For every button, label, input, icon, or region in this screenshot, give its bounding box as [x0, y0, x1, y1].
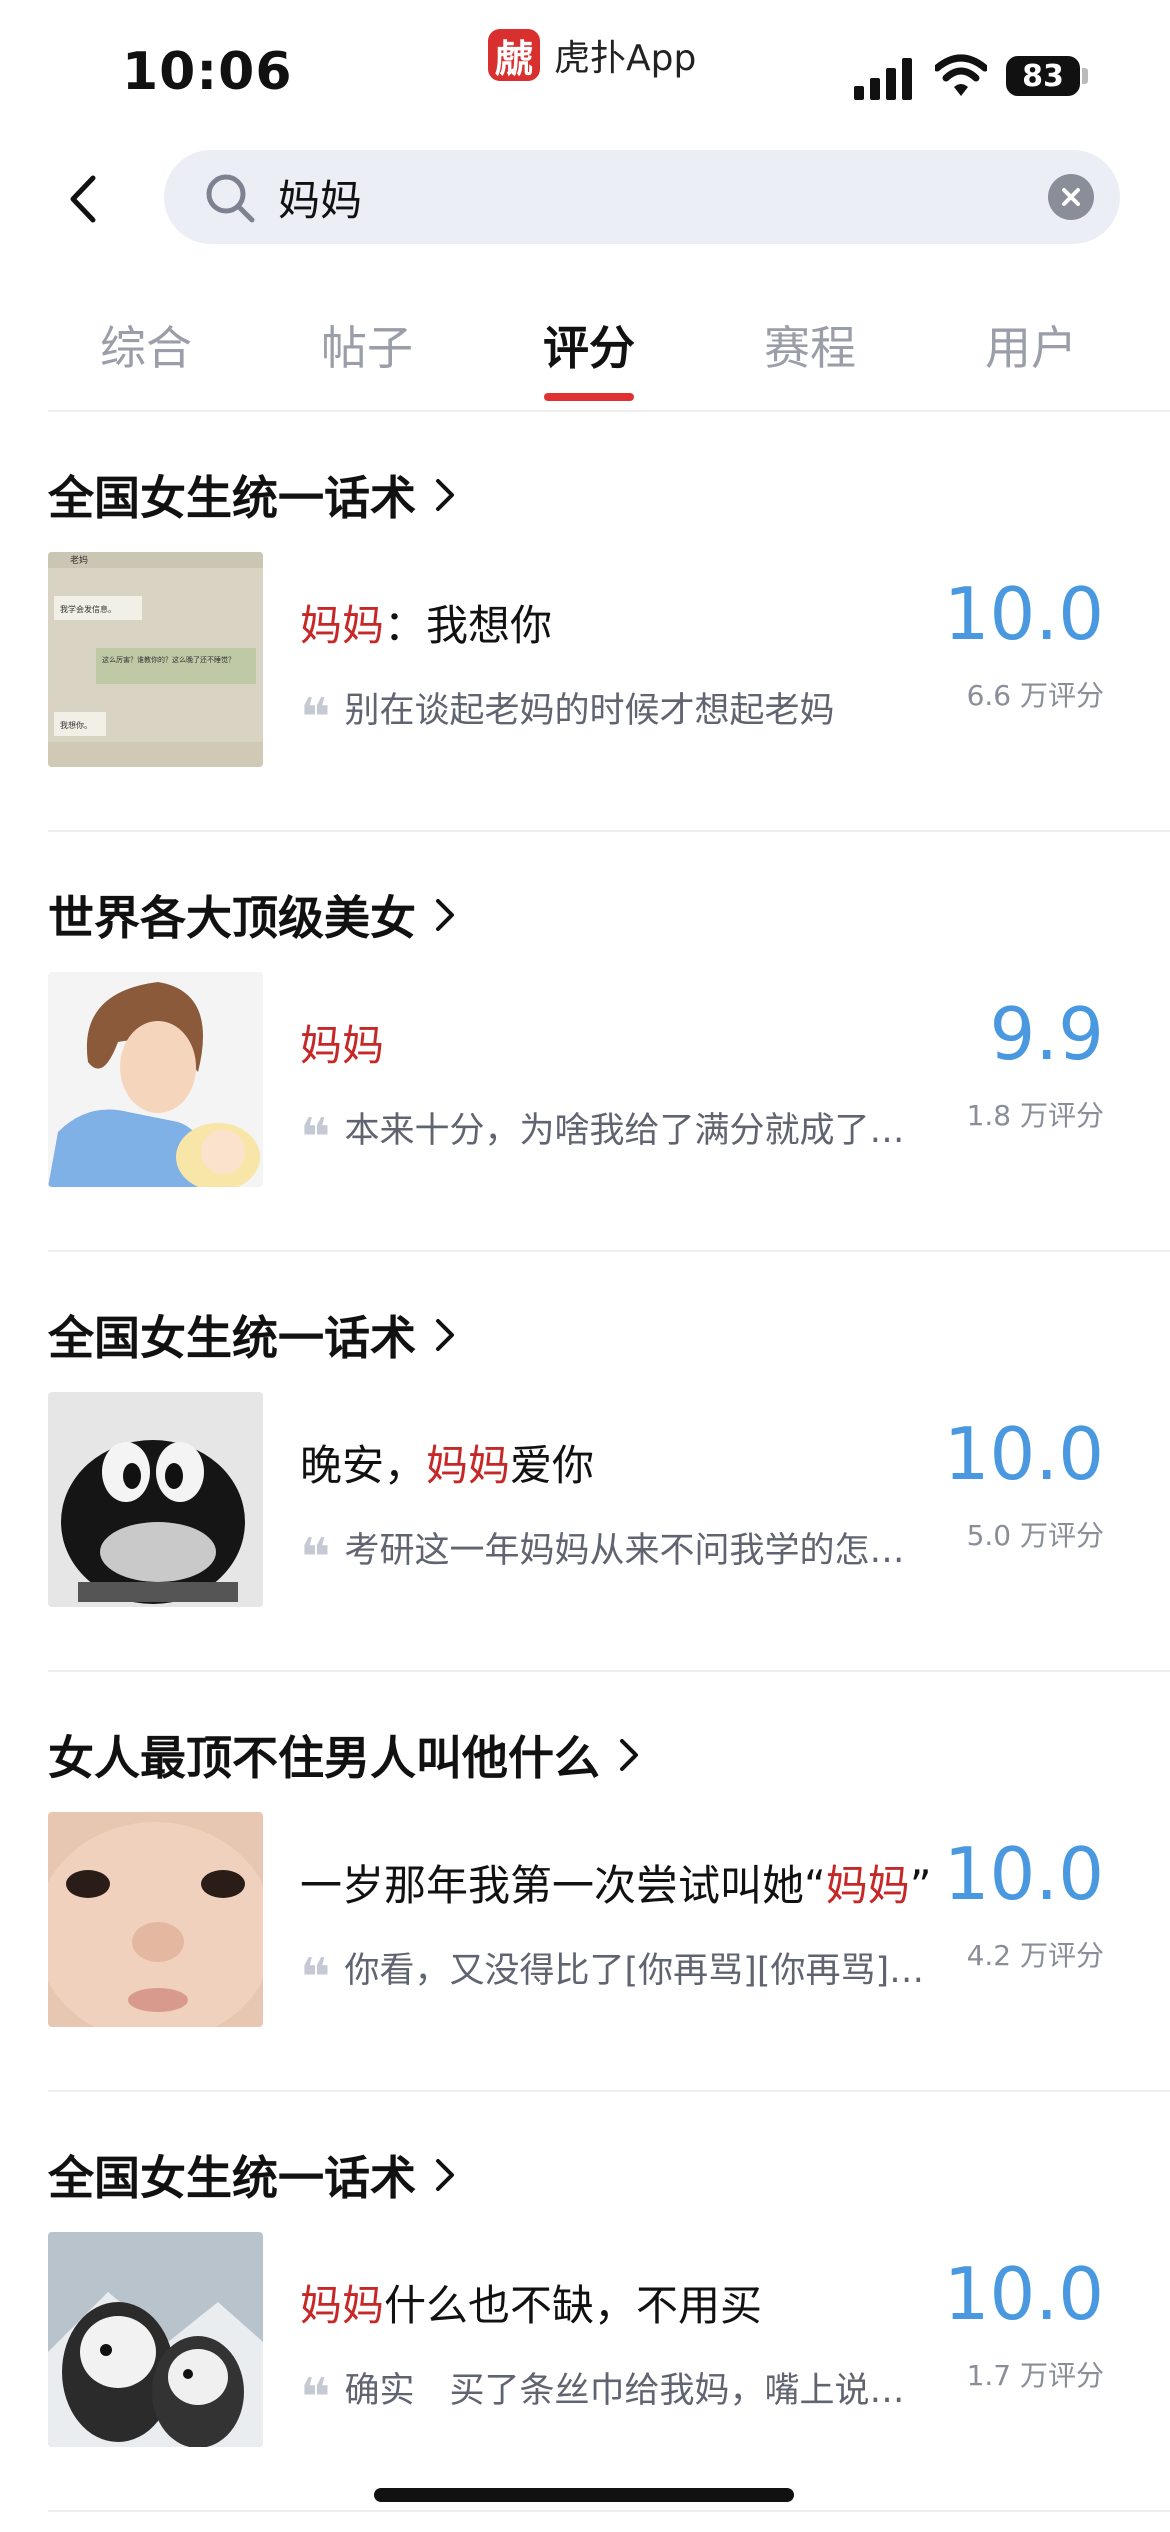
- rated-item-name: 妈妈: [300, 1012, 384, 1073]
- clear-search-button[interactable]: [1048, 174, 1094, 220]
- top-comment: ❝ 考研这一年妈妈从来不问我学的怎…: [300, 1527, 905, 1574]
- rating-count: 4.2 万评分: [966, 1939, 1104, 1972]
- rating-count: 5.0 万评分: [966, 1519, 1104, 1552]
- rated-item-name: 妈妈：我想你: [300, 601, 553, 650]
- status-time: 10:06: [122, 42, 293, 102]
- item-thumbnail: [48, 972, 263, 1187]
- rating-group-title[interactable]: 全国女生统一话术: [48, 1302, 458, 1368]
- rating-count: 1.8 万评分: [966, 1099, 1104, 1132]
- top-comment: ❝ 本来十分，为啥我给了满分就成了…: [300, 1107, 905, 1154]
- home-indicator[interactable]: [374, 2488, 794, 2502]
- top-comment: ❝ 你看，又没得比了[你再骂][你再骂]…: [300, 1947, 925, 1994]
- score-value: 10.0: [943, 572, 1104, 656]
- item-thumbnail: [48, 1812, 263, 2027]
- svg-text:老妈: 老妈: [70, 554, 88, 566]
- keyword-highlight: 妈妈: [300, 2281, 385, 2330]
- chevron-left-icon: [70, 175, 96, 223]
- quote-icon: ❝: [300, 1947, 331, 1994]
- rating-result-card[interactable]: 全国女生统一话术 晚安，妈妈爱你 ❝ 考研这一年妈妈从来不问我学的怎… 10.0 …: [48, 1252, 1170, 1672]
- wifi-icon: [935, 54, 987, 96]
- tab-schedule[interactable]: 赛程: [745, 312, 875, 378]
- search-bar[interactable]: [164, 150, 1120, 244]
- item-thumbnail: [48, 1392, 263, 1607]
- app-name: 虎扑App: [554, 38, 697, 79]
- chevron-right-icon: [436, 899, 454, 931]
- tab-ratings[interactable]: 评分: [524, 312, 654, 378]
- rated-item-name: 一岁那年我第一次尝试叫她“妈妈”: [300, 1861, 932, 1910]
- penguin-chicks-image: [48, 2232, 263, 2447]
- quote-icon: ❝: [300, 2367, 331, 2414]
- search-input[interactable]: [278, 164, 1038, 230]
- search-tabs: 综合 帖子 评分 赛程 用户: [0, 300, 1170, 410]
- svg-text:这么厉害？谁教你的？这么晚了还不睡觉？: 这么厉害？谁教你的？这么晚了还不睡觉？: [102, 655, 235, 664]
- chevron-right-icon: [436, 1319, 454, 1351]
- item-thumbnail: [48, 2232, 263, 2447]
- tab-posts[interactable]: 帖子: [302, 312, 432, 378]
- search-icon: [206, 174, 255, 223]
- score-value: 9.9: [989, 992, 1104, 1076]
- penguin-meme-image: [48, 1392, 263, 1607]
- chevron-right-icon: [620, 1739, 638, 1771]
- tab-users[interactable]: 用户: [966, 312, 1096, 378]
- chevron-right-icon: [436, 2159, 454, 2191]
- keyword-highlight: 妈妈: [825, 1861, 910, 1910]
- quote-icon: ❝: [300, 1527, 331, 1574]
- active-tab-indicator: [544, 393, 634, 401]
- svg-text:我想你。: 我想你。: [60, 720, 92, 730]
- mother-illustration-image: [48, 972, 263, 1187]
- close-icon: [1062, 188, 1080, 206]
- chevron-right-icon: [436, 479, 454, 511]
- rating-count: 6.6 万评分: [966, 679, 1104, 712]
- score-value: 10.0: [943, 1832, 1104, 1916]
- baby-face-image: [48, 1812, 263, 2027]
- cellular-signal-icon: [854, 58, 912, 100]
- chat-screenshot-image: 老妈 我学会发信息。 这么厉害？谁教你的？这么晚了还不睡觉？ 我想你。: [48, 552, 263, 767]
- battery-tip: [1082, 68, 1088, 84]
- keyword-highlight: 妈妈: [300, 1021, 385, 1070]
- tab-comprehensive[interactable]: 综合: [81, 312, 211, 378]
- keyword-highlight: 妈妈: [426, 1441, 511, 1490]
- quote-icon: ❝: [300, 1107, 331, 1154]
- rating-group-title[interactable]: 全国女生统一话术: [48, 462, 458, 528]
- rating-group-title[interactable]: 全国女生统一话术: [48, 2142, 458, 2208]
- rating-count: 1.7 万评分: [966, 2359, 1104, 2392]
- rating-result-card[interactable]: 女人最顶不住男人叫他什么 一岁那年我第一次尝试叫她“妈妈” ❝ 你看，又没得比了[…: [48, 1672, 1170, 2092]
- app-logo-icon: 虤: [488, 29, 540, 81]
- back-button[interactable]: [56, 166, 108, 232]
- rated-item-name: 晚安，妈妈爱你: [300, 1441, 595, 1490]
- score-value: 10.0: [943, 1412, 1104, 1496]
- rated-item-name: 妈妈什么也不缺，不用买: [300, 2281, 763, 2330]
- app-indicator[interactable]: 虤 虎扑App: [488, 28, 696, 82]
- card-divider: [48, 2510, 1170, 2512]
- item-thumbnail: 老妈 我学会发信息。 这么厉害？谁教你的？这么晚了还不睡觉？ 我想你。: [48, 552, 263, 767]
- rating-result-card[interactable]: 全国女生统一话术 老妈 我学会发信息。 这么厉害？谁教你的？这么晚了还不睡觉？ …: [48, 412, 1170, 832]
- rating-group-title[interactable]: 女人最顶不住男人叫他什么: [48, 1722, 642, 1788]
- keyword-highlight: 妈妈: [300, 601, 385, 650]
- top-comment: ❝ 别在谈起老妈的时候才想起老妈: [300, 687, 835, 734]
- score-value: 10.0: [943, 2252, 1104, 2336]
- top-comment: ❝ 确实 买了条丝巾给我妈，嘴上说…: [300, 2367, 905, 2414]
- rating-group-title[interactable]: 世界各大顶级美女: [48, 882, 458, 948]
- svg-text:我学会发信息。: 我学会发信息。: [60, 604, 116, 614]
- battery-icon: 83: [1006, 56, 1080, 96]
- quote-icon: ❝: [300, 687, 331, 734]
- status-bar: 10:06 虤 虎扑App 83: [0, 0, 1170, 130]
- rating-result-card[interactable]: 全国女生统一话术 妈妈什么也不缺，不用买 ❝ 确实 买了条丝巾给我妈，嘴上说… 1…: [48, 2092, 1170, 2512]
- rating-result-card[interactable]: 世界各大顶级美女 妈妈 ❝ 本来十分，为啥我给了满分就成了… 9.9 1.8 万评…: [48, 832, 1170, 1252]
